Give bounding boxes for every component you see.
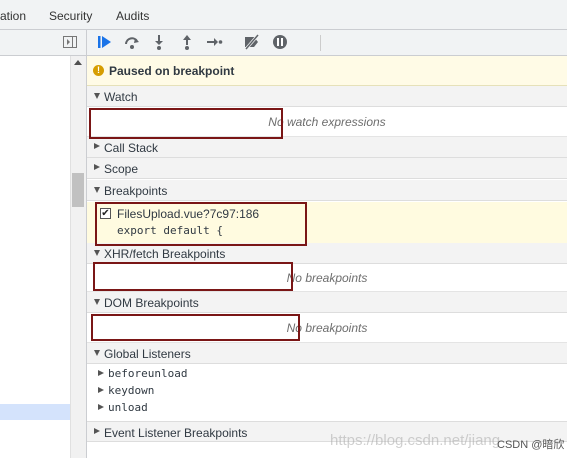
tab-audits[interactable]: Audits (116, 9, 149, 23)
paused-banner: ! Paused on breakpoint (87, 56, 567, 86)
expanded-triangle-icon (94, 350, 100, 356)
dom-breakpoints-section-header[interactable]: DOM Breakpoints (87, 292, 567, 313)
event-listener-breakpoints-label: Event Listener Breakpoints (104, 426, 248, 440)
pause-on-exceptions-icon[interactable] (271, 33, 289, 51)
debugger-toolbar (87, 30, 567, 56)
paused-message: Paused on breakpoint (109, 64, 235, 78)
toolbar-separator (320, 35, 321, 51)
step-over-icon[interactable] (123, 33, 141, 51)
collapsed-triangle-icon (98, 387, 104, 393)
xhr-breakpoints-section-header[interactable]: XHR/fetch Breakpoints (87, 243, 567, 264)
listener-name: unload (108, 401, 148, 414)
deactivate-breakpoints-icon[interactable] (243, 33, 261, 51)
listener-item[interactable]: unload (87, 400, 567, 417)
dom-breakpoints-label: DOM Breakpoints (104, 296, 199, 310)
step-icon[interactable] (205, 33, 223, 51)
listener-item[interactable]: keydown (87, 383, 567, 400)
tab-security[interactable]: Security (49, 9, 92, 23)
expanded-triangle-icon (94, 299, 100, 305)
breakpoints-label: Breakpoints (104, 184, 168, 198)
collapsed-triangle-icon (98, 404, 104, 410)
annotation-box-xhr (93, 262, 293, 291)
tab-application[interactable]: ation (0, 9, 26, 23)
call-stack-section-header[interactable]: Call Stack (87, 137, 567, 158)
panel-tab-bar: ation Security Audits (0, 0, 567, 30)
resume-icon[interactable] (96, 33, 114, 51)
collapsed-triangle-icon (94, 143, 100, 149)
collapsed-triangle-icon (94, 164, 100, 170)
expanded-triangle-icon (94, 187, 100, 193)
collapsed-triangle-icon (94, 428, 100, 434)
watch-section-header[interactable]: Watch (87, 86, 567, 107)
navigator-toolbar (0, 30, 86, 56)
scope-section-header[interactable]: Scope (87, 158, 567, 179)
scope-label: Scope (104, 162, 139, 176)
expanded-triangle-icon (94, 93, 100, 99)
expanded-triangle-icon (94, 250, 100, 256)
info-icon: ! (93, 65, 104, 76)
scrollbar-thumb[interactable] (72, 173, 84, 207)
annotation-box-dom (91, 314, 300, 341)
listener-item[interactable]: beforeunload (87, 366, 567, 383)
toggle-debugger-icon[interactable] (63, 36, 77, 49)
annotation-box-breakpoint (95, 202, 307, 246)
csdn-credit: CSDN @暗欣 (497, 439, 565, 451)
global-listeners-label: Global Listeners (104, 347, 191, 361)
scrollbar[interactable] (70, 56, 86, 458)
step-into-icon[interactable] (150, 33, 168, 51)
listener-name: keydown (108, 384, 155, 397)
global-listeners-section-header[interactable]: Global Listeners (87, 343, 567, 364)
scroll-up-icon[interactable] (74, 60, 82, 65)
collapsed-triangle-icon (98, 370, 104, 376)
breakpoints-section-header[interactable]: Breakpoints (87, 180, 567, 201)
watch-label: Watch (104, 90, 138, 104)
call-stack-label: Call Stack (104, 141, 159, 155)
navigator-pane (0, 56, 70, 458)
step-out-icon[interactable] (178, 33, 196, 51)
watermark: https://blog.csdn.net/jiang (330, 432, 501, 449)
annotation-box-watch (89, 108, 283, 139)
selected-row[interactable] (0, 404, 70, 420)
xhr-breakpoints-label: XHR/fetch Breakpoints (104, 247, 226, 261)
listener-name: beforeunload (108, 367, 188, 380)
